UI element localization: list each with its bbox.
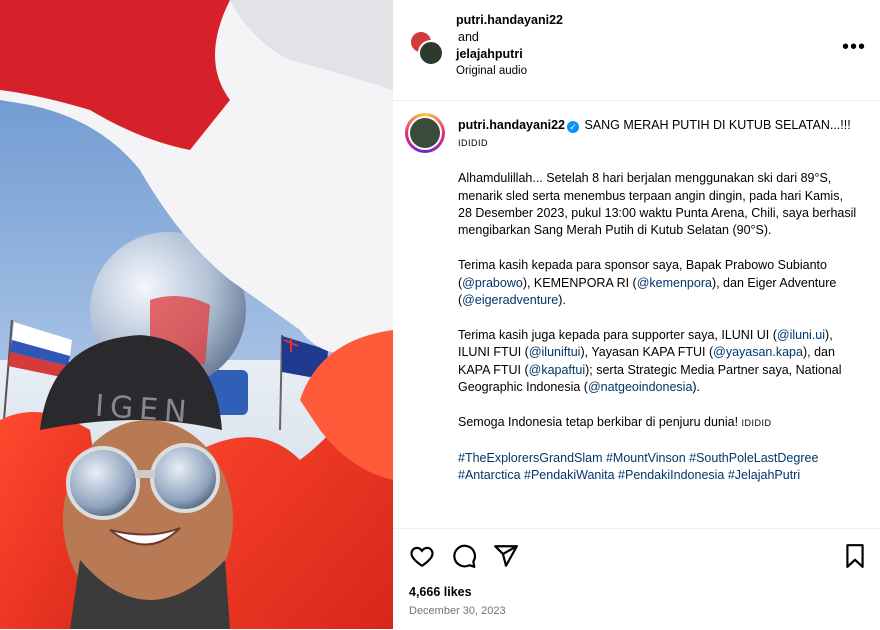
verified-icon: ✓	[566, 121, 579, 133]
flag-emoji: IDIDID	[741, 417, 772, 428]
username-link[interactable]: putri.handayani22	[456, 13, 563, 27]
flag-emoji: IDIDID	[458, 138, 488, 149]
media-photo: IGEN	[0, 0, 393, 629]
collab-avatars[interactable]	[409, 30, 444, 66]
audio-link[interactable]: Original audio	[456, 63, 563, 80]
avatar[interactable]	[418, 40, 444, 66]
caption-paragraph: Semoga Indonesia tetap berkibar di penju…	[458, 414, 772, 429]
hashtags[interactable]: #TheExplorersGrandSlam #MountVinson #Sou…	[458, 450, 858, 485]
mention-link[interactable]: @yayasan.kapa	[713, 345, 803, 359]
mention-link[interactable]: @kapaftui	[529, 363, 585, 377]
caption-title: SANG MERAH PUTIH DI KUTUB SELATAN...!!!	[580, 118, 851, 132]
mention-link[interactable]: @kemenpora	[637, 276, 712, 290]
bookmark-icon[interactable]	[842, 543, 868, 569]
post-date[interactable]: December 30, 2023	[409, 605, 506, 617]
collab-names: putri.handayani22 and jelajahputri Origi…	[456, 12, 563, 80]
mention-link[interactable]: @eigeradventure	[462, 293, 558, 307]
caption-text: putri.handayani22 ✓ SANG MERAH PUTIH DI K…	[458, 117, 858, 502]
likes-count[interactable]: 4,666 likes	[409, 585, 472, 599]
username-link[interactable]: putri.handayani22	[458, 118, 565, 132]
post-footer: 4,666 likes December 30, 2023	[393, 528, 880, 630]
caption-paragraph: Terima kasih juga kepada para supporter …	[458, 327, 842, 395]
post-container: IGEN putri.handayani22 and jelajahputri …	[0, 0, 880, 630]
share-icon[interactable]	[493, 543, 519, 569]
post-side-panel: putri.handayani22 and jelajahputri Origi…	[393, 0, 880, 630]
heart-icon[interactable]	[409, 543, 435, 569]
action-bar	[409, 543, 519, 569]
mention-link[interactable]: @prabowo	[462, 276, 523, 290]
post-header: putri.handayani22 and jelajahputri Origi…	[393, 0, 880, 101]
svg-text:IGEN: IGEN	[94, 389, 194, 431]
username-link[interactable]: jelajahputri	[456, 47, 523, 61]
more-icon[interactable]: •••	[842, 36, 866, 59]
mention-link[interactable]: @iluniftui	[529, 345, 581, 359]
avatar[interactable]	[405, 113, 445, 153]
post-media[interactable]: IGEN	[0, 0, 393, 629]
caption-paragraph: Alhamdulillah... Setelah 8 hari berjalan…	[458, 171, 857, 238]
and-text: and	[458, 30, 479, 44]
mention-link[interactable]: @iluni.ui	[777, 328, 825, 342]
caption-paragraph: Terima kasih kepada para sponsor saya, B…	[458, 258, 837, 308]
comment-icon[interactable]	[451, 543, 477, 569]
mention-link[interactable]: @natgeoindonesia	[588, 380, 692, 394]
caption-section: putri.handayani22 ✓ SANG MERAH PUTIH DI K…	[393, 101, 880, 528]
